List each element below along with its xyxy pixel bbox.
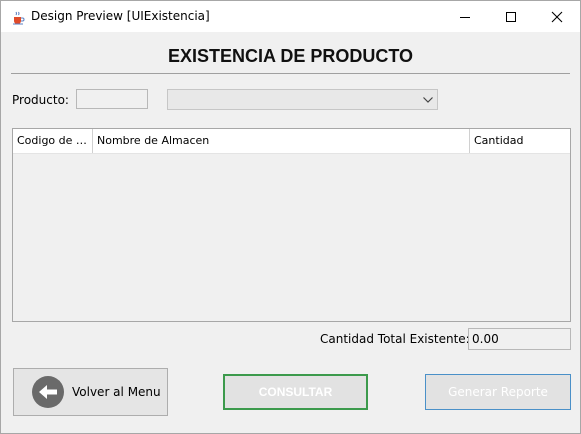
java-cup-icon [11,10,25,25]
minimize-icon [460,17,470,18]
existencia-table[interactable]: Codigo de A... Nombre de Almacen Cantida… [12,128,571,322]
close-button[interactable] [534,1,580,32]
column-header-cantidad[interactable]: Cantidad [470,129,570,153]
title-bar[interactable]: Design Preview [UIExistencia] [1,1,580,32]
producto-label: Producto: [12,93,69,107]
table-header: Codigo de A... Nombre de Almacen Cantida… [13,129,570,154]
chevron-down-icon [423,97,433,103]
volver-menu-button[interactable]: Volver al Menu [13,368,168,416]
total-label: Cantidad Total Existente: [320,332,470,346]
maximize-icon [506,12,516,22]
column-header-nombre[interactable]: Nombre de Almacen [93,129,470,153]
producto-code-input[interactable] [76,89,148,109]
producto-combo[interactable] [167,89,438,110]
generar-reporte-button[interactable]: Generar Reporte [425,374,571,410]
app-window: Design Preview [UIExistencia] EXISTENCIA… [0,0,581,434]
maximize-button[interactable] [488,1,534,32]
window-title: Design Preview [UIExistencia] [31,9,210,23]
column-header-codigo[interactable]: Codigo de A... [13,129,93,153]
consultar-button[interactable]: CONSULTAR [223,374,368,410]
page-title: EXISTENCIA DE PRODUCTO [167,46,414,66]
minimize-button[interactable] [442,1,488,32]
title-divider [11,73,570,74]
total-value-field: 0.00 [468,328,571,350]
volver-menu-label: Volver al Menu [72,385,161,399]
close-icon [551,11,563,23]
back-arrow-icon [32,376,64,408]
